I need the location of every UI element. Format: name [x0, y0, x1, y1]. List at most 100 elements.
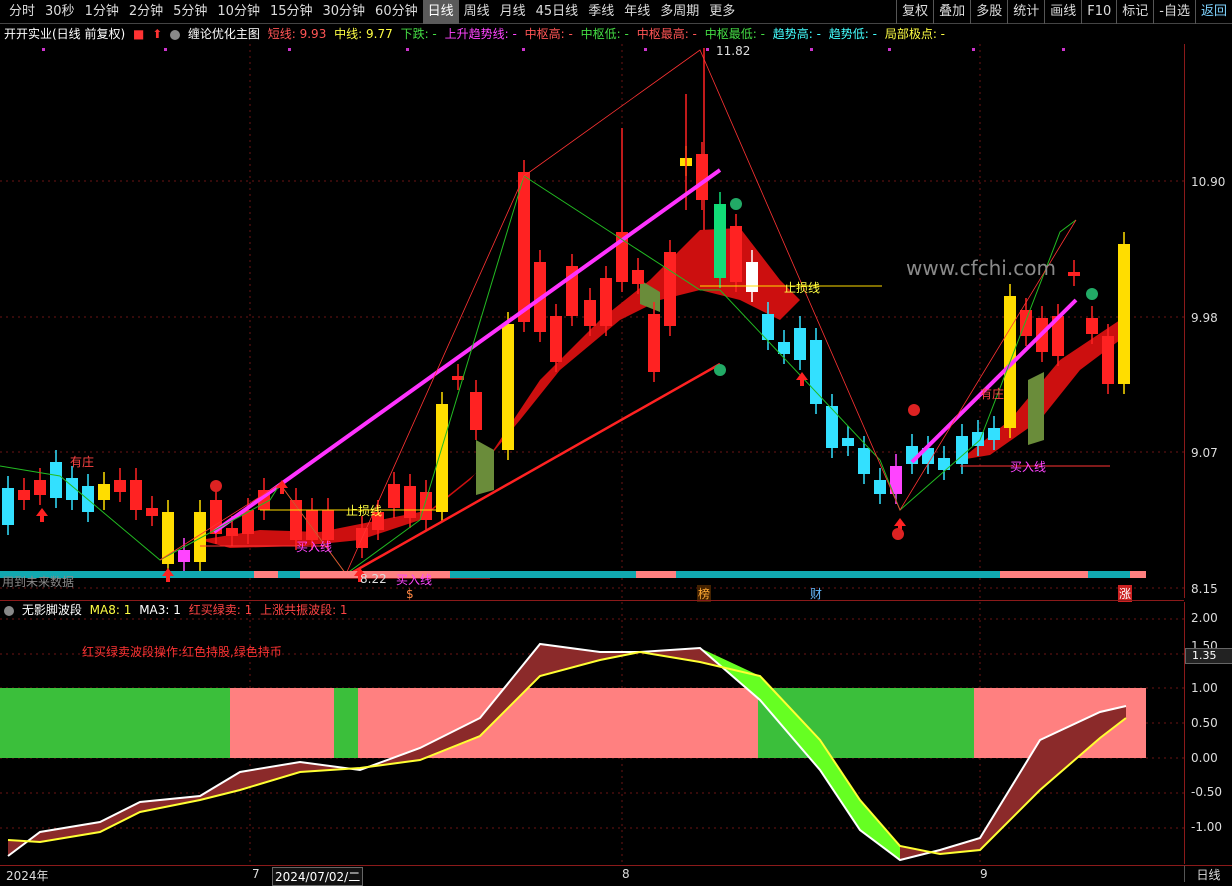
main-price-axis[interactable]: 10.90 9.98 9.07 8.15 [1184, 44, 1232, 598]
sub-tick: 1.00 [1191, 681, 1218, 695]
marker-dot [644, 48, 647, 51]
mid-line [0, 175, 1077, 575]
marker-dot [288, 48, 291, 51]
buy-line-label-2: 买入线 [396, 573, 433, 587]
candle-body [420, 492, 432, 520]
sub-note: 红买绿卖波段操作:红色持股,绿色持币 [82, 645, 282, 659]
status-strip [676, 571, 732, 578]
candle-body [584, 300, 596, 326]
candle-body [518, 172, 530, 322]
up-resonance-value: 上涨共振波段: 1 [260, 603, 348, 617]
up-arrow-icon [36, 508, 48, 522]
candle-body [714, 204, 726, 278]
signal-icon [730, 198, 742, 210]
marker-dot [1062, 48, 1065, 51]
marker-dot [406, 48, 409, 51]
price-tick: 8.15 [1191, 582, 1218, 596]
red-buy-value: 红买绿卖: 1 [188, 603, 253, 617]
timeframe-label[interactable]: 日线 [1184, 865, 1232, 882]
stop-loss-label-1: 止损线 [346, 504, 383, 518]
hold-band [230, 688, 334, 758]
candle-body [842, 438, 854, 446]
candle-body [306, 510, 318, 540]
sub-tick: 0.00 [1191, 751, 1218, 765]
status-strip [732, 571, 1000, 578]
sub-tick: 0.50 [1191, 716, 1218, 730]
candle-body [1086, 318, 1098, 334]
price-tick: 10.90 [1191, 175, 1226, 189]
signal-icon [210, 480, 222, 492]
sub-indicator-name[interactable]: 无影脚波段 [22, 603, 82, 617]
status-strip [1088, 571, 1130, 578]
candle-body [18, 490, 30, 500]
candle-body [178, 550, 190, 562]
date-label: 7 [252, 867, 260, 881]
signal-icon [908, 404, 920, 416]
settings-icon[interactable] [4, 605, 14, 616]
buy-line-label-1: 买入线 [296, 540, 333, 554]
candle-body [550, 316, 562, 362]
candle-body [114, 480, 126, 492]
up-trend-line [212, 168, 722, 534]
ma8-value: MA8: 1 [89, 603, 132, 617]
candle-body [988, 428, 1000, 440]
date-label: 9 [980, 867, 988, 881]
candle-body [874, 480, 886, 494]
marker-dot [522, 48, 525, 51]
toolbar-button[interactable]: 返回 [1194, 0, 1232, 24]
hold-band [0, 688, 230, 758]
candle-body [1102, 336, 1114, 384]
candle-body [778, 342, 790, 354]
candle-body [600, 278, 612, 326]
high-price-label: 11.82 [716, 44, 751, 58]
candle-body [746, 262, 758, 292]
candle-body [388, 484, 400, 508]
marker-dot [42, 48, 45, 51]
signal-icon [714, 364, 726, 376]
status-strip [1130, 571, 1146, 578]
candle-body [632, 270, 644, 284]
signal-icon [892, 528, 904, 540]
candle-body [130, 480, 142, 510]
sub-tick: -0.50 [1191, 785, 1223, 799]
candle-body [50, 462, 62, 498]
candle-body [34, 480, 46, 495]
candle-body [322, 510, 334, 540]
sub-tick: 2.00 [1191, 611, 1218, 625]
time-axis[interactable]: 2024年 7 2024/07/02/二 8 9 [0, 865, 1184, 886]
marker-dot [810, 48, 813, 51]
status-strip [636, 571, 676, 578]
date-label: 2024年 [6, 869, 49, 883]
marker-dot [972, 48, 975, 51]
candle-body [794, 328, 806, 360]
candle-body [2, 488, 14, 525]
candle-body [226, 528, 238, 536]
watermark: www.cfchi.com [906, 256, 1056, 280]
price-tick: 9.98 [1191, 311, 1218, 325]
candle-body [470, 392, 482, 430]
status-strip [450, 571, 636, 578]
sub-value-axis[interactable]: 2.00 1.50 1.35 1.00 0.50 0.00 -0.50 -1.0… [1184, 602, 1232, 864]
candle-body [146, 508, 158, 516]
status-strip [1000, 571, 1088, 578]
stop-loss-label-2: 止损线 [784, 281, 821, 295]
price-tick: 9.07 [1191, 446, 1218, 460]
marker-dot [164, 48, 167, 51]
status-strip [254, 571, 278, 578]
ribbon-band [1028, 372, 1044, 445]
kline-chart[interactable] [0, 0, 1184, 865]
candle-body [730, 226, 742, 282]
up-arrow-icon [796, 372, 808, 386]
bottom-tag-dollar: $ [406, 587, 414, 601]
marker-dot [706, 48, 709, 51]
candle-body [404, 486, 416, 518]
pane-divider[interactable] [0, 600, 1184, 601]
sub-indicator-info: 无影脚波段 MA8: 1 MA3: 1 红买绿卖: 1 上涨共振波段: 1 [4, 602, 352, 618]
marker-dot [888, 48, 891, 51]
has-dealer-label-1: 有庄 [70, 455, 95, 469]
ribbon-band [476, 440, 494, 495]
candle-body [810, 340, 822, 404]
candle-body [826, 406, 838, 448]
candle-body [242, 510, 254, 534]
date-label: 8 [622, 867, 630, 881]
